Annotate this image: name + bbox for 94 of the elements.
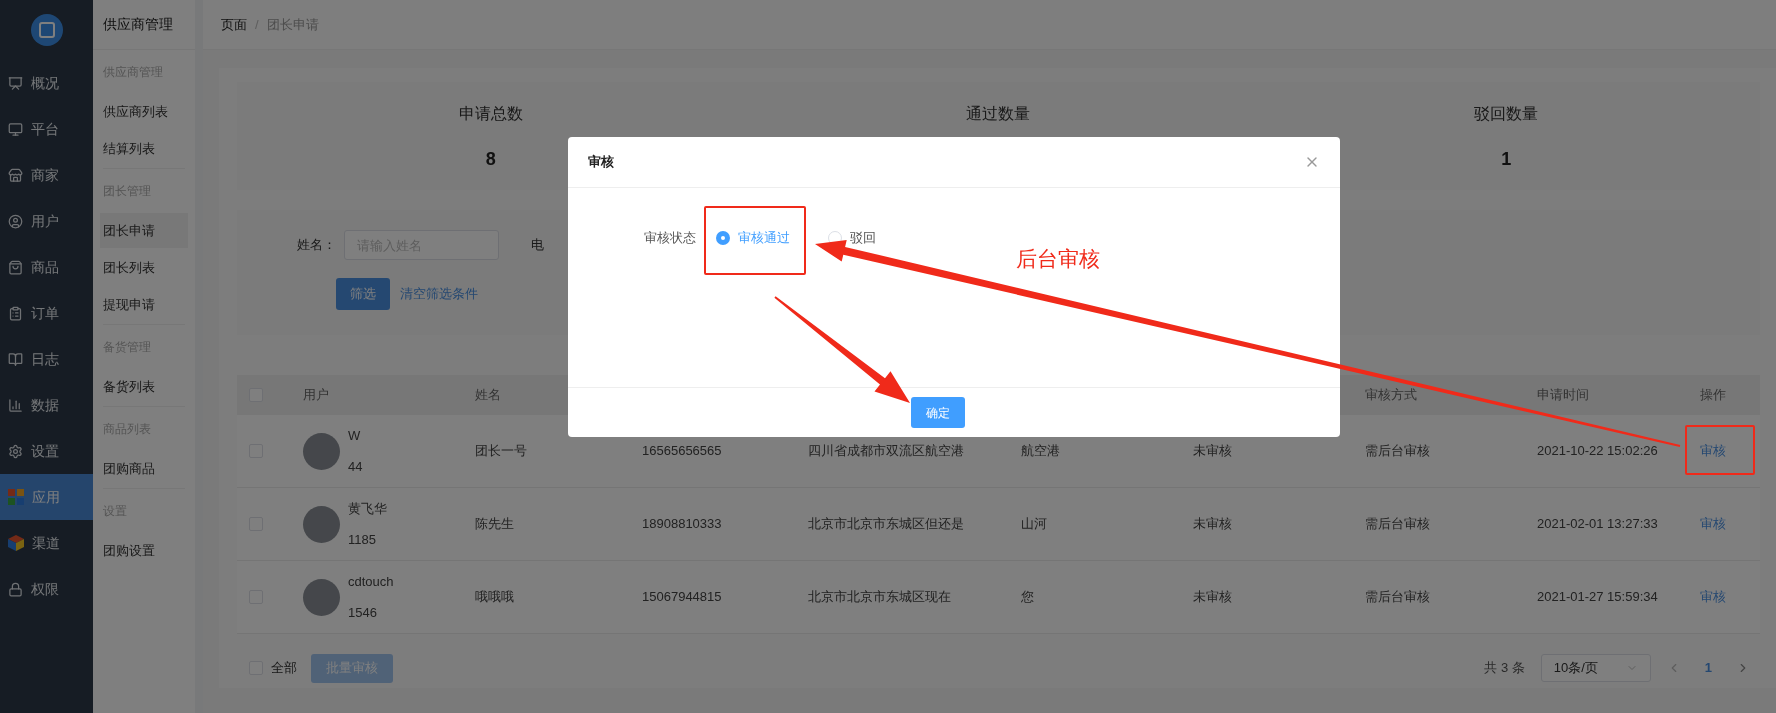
table-cell: 未审核 bbox=[1193, 589, 1232, 605]
book-icon bbox=[8, 351, 23, 367]
settings-icon bbox=[8, 443, 23, 459]
table-cell: 2021-10-22 15:02:26 bbox=[1537, 443, 1658, 459]
sidebar-item[interactable]: 日志 bbox=[0, 336, 93, 382]
review-link[interactable]: 审核 bbox=[1700, 516, 1726, 532]
sidebar-item[interactable]: 商品 bbox=[0, 244, 93, 290]
bar-chart-icon bbox=[8, 397, 23, 413]
review-link[interactable]: 审核 bbox=[1700, 589, 1726, 605]
sidebar-item[interactable]: 订单 bbox=[0, 290, 93, 336]
sidebar-item[interactable]: 用户 bbox=[0, 198, 93, 244]
radio-label: 审核通过 bbox=[738, 229, 790, 247]
radio-button[interactable] bbox=[716, 230, 730, 245]
avatar-placeholder bbox=[303, 505, 340, 543]
user-id: 44 bbox=[348, 458, 363, 476]
nav-item[interactable]: 结算列表 bbox=[103, 131, 185, 166]
sidebar-item[interactable]: 权限 bbox=[0, 566, 93, 612]
table-cell: 2021-02-01 13:27:33 bbox=[1537, 516, 1658, 532]
nav-item[interactable]: 团长申请 bbox=[100, 213, 188, 248]
grid-icon bbox=[8, 489, 24, 505]
breadcrumb-item[interactable]: 页面 bbox=[221, 14, 247, 35]
sidebar-item[interactable]: 数据 bbox=[0, 382, 93, 428]
logo-icon bbox=[30, 14, 63, 46]
clipboard-icon bbox=[8, 305, 23, 321]
table-cell: 需后台审核 bbox=[1365, 443, 1430, 459]
table-cell: 北京市北京市东城区现在 bbox=[808, 589, 951, 605]
nav-item[interactable]: 提现申请 bbox=[103, 287, 185, 322]
nav-item[interactable]: 备货列表 bbox=[103, 369, 185, 404]
table-cell: 航空港 bbox=[1021, 443, 1060, 459]
secondary-nav-title: 供应商管理 bbox=[93, 0, 195, 50]
review-link[interactable]: 审核 bbox=[1700, 443, 1726, 459]
radio-label: 驳回 bbox=[850, 229, 876, 247]
column-header: 操作 bbox=[1700, 387, 1726, 403]
avatar-placeholder bbox=[303, 578, 340, 616]
table-cell: 四川省成都市双流区航空港 bbox=[808, 443, 964, 459]
nav-item[interactable]: 团长列表 bbox=[103, 250, 185, 285]
sidebar-item[interactable]: 商家 bbox=[0, 152, 93, 198]
table-cell: 哦哦哦 bbox=[475, 589, 514, 605]
table-cell: 山河 bbox=[1021, 516, 1047, 532]
user-name: W bbox=[348, 426, 362, 445]
confirm-button[interactable]: 确定 bbox=[911, 397, 965, 428]
table-cell: 北京市北京市东城区但还是 bbox=[808, 516, 964, 532]
user-name: cdtouch bbox=[348, 572, 394, 591]
total-count: 共 3 条 bbox=[1484, 659, 1525, 678]
table-cell: 未审核 bbox=[1193, 516, 1232, 532]
cube-icon bbox=[8, 535, 24, 551]
monitor-icon bbox=[8, 121, 23, 137]
table-cell: 需后台审核 bbox=[1365, 589, 1430, 605]
table-cell: 陈先生 bbox=[475, 516, 514, 532]
nav-item[interactable]: 供应商列表 bbox=[103, 94, 185, 129]
clear-filter-link[interactable]: 清空筛选条件 bbox=[400, 284, 478, 304]
field-label: 姓名： bbox=[297, 236, 336, 255]
presentation-icon bbox=[8, 75, 23, 91]
page-size-select[interactable]: 10条/页 bbox=[1540, 654, 1651, 682]
highlight-frame bbox=[1685, 425, 1755, 475]
sidebar-item[interactable]: 应用 bbox=[0, 474, 93, 520]
user-id: 1546 bbox=[348, 604, 378, 622]
breadcrumb-separator: / bbox=[255, 15, 259, 34]
table-cell: 需后台审核 bbox=[1365, 516, 1430, 532]
column-header: 申请时间 bbox=[1537, 387, 1589, 403]
user-name: 黄飞华 bbox=[348, 499, 387, 518]
store-icon bbox=[8, 167, 23, 183]
select-all-label: 全部 bbox=[271, 659, 297, 678]
dialog-title: 审核 bbox=[588, 153, 614, 172]
table-cell: 16565656565 bbox=[642, 443, 722, 459]
stat-value: 1 bbox=[1501, 148, 1512, 171]
stat-value: 8 bbox=[485, 148, 496, 171]
filter-button[interactable]: 筛选 bbox=[336, 278, 390, 310]
column-header: 用户 bbox=[303, 387, 329, 403]
sidebar-item[interactable]: 渠道 bbox=[0, 520, 93, 566]
stat-label: 申请总数 bbox=[458, 104, 523, 124]
table-cell: 18908810333 bbox=[642, 516, 722, 532]
table-cell: 15067944815 bbox=[642, 589, 722, 605]
avatar-placeholder bbox=[303, 432, 340, 470]
user-icon bbox=[8, 213, 23, 229]
sidebar-item[interactable]: 概况 bbox=[0, 60, 93, 106]
sidebar-item[interactable]: 设置 bbox=[0, 428, 93, 474]
stat-label: 通过数量 bbox=[966, 104, 1031, 124]
page-number[interactable]: 1 bbox=[1696, 658, 1720, 678]
user-id: 1185 bbox=[348, 531, 377, 549]
table-cell: 2021-01-27 15:59:34 bbox=[1537, 589, 1658, 605]
table-cell: 您 bbox=[1021, 589, 1034, 605]
table-cell: 未审核 bbox=[1193, 443, 1232, 459]
nav-item[interactable]: 团购设置 bbox=[103, 533, 185, 568]
nav-item[interactable]: 团购商品 bbox=[103, 451, 185, 486]
annotation-note: 后台审核 bbox=[1016, 246, 1100, 272]
field-label: 电 bbox=[531, 236, 544, 255]
column-header: 审核方式 bbox=[1365, 387, 1417, 403]
bag-icon bbox=[8, 259, 23, 275]
column-header: 姓名 bbox=[475, 387, 501, 403]
sidebar-item[interactable]: 平台 bbox=[0, 106, 93, 152]
stat-label: 驳回数量 bbox=[1474, 104, 1539, 124]
lock-icon bbox=[8, 581, 23, 597]
field-label: 审核状态 bbox=[643, 229, 696, 247]
